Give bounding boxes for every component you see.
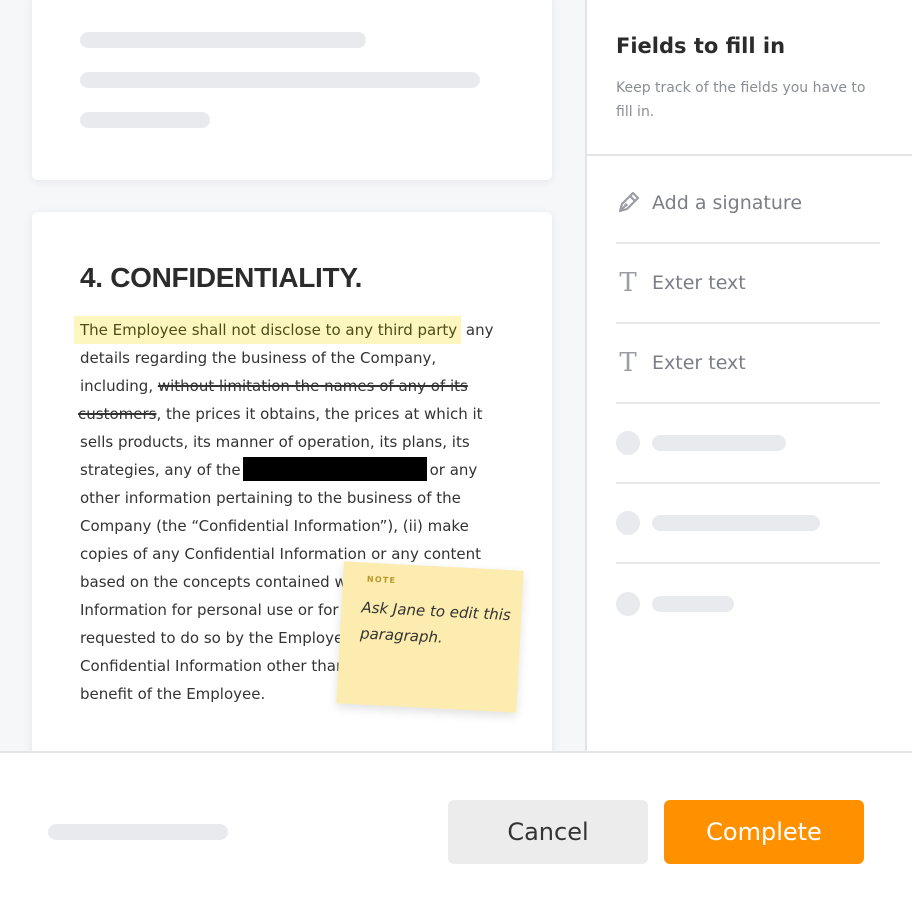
placeholder-line <box>80 32 366 48</box>
redaction-box[interactable] <box>242 457 427 481</box>
sticky-note[interactable]: NOTE Ask Jane to edit this paragraph. <box>336 561 524 713</box>
divider <box>587 154 912 156</box>
field-label: Add a signature <box>652 192 803 214</box>
paragraph-text: any <box>461 321 494 339</box>
field-label: Exter text <box>652 272 746 294</box>
document-page-top <box>32 0 552 180</box>
paragraph-text: including, <box>80 377 158 395</box>
paragraph-text: , the prices it obtains, the prices at w… <box>156 405 483 423</box>
field-text-2[interactable]: T Exter text <box>616 324 880 404</box>
note-text: Ask Jane to edit this paragraph. <box>359 598 512 647</box>
field-placeholder[interactable] <box>616 484 880 564</box>
field-placeholder[interactable] <box>616 564 880 644</box>
field-text-1[interactable]: T Exter text <box>616 244 880 324</box>
strikethrough-text[interactable]: customers <box>78 405 156 423</box>
paragraph-text: or any <box>429 461 478 479</box>
field-placeholder[interactable] <box>616 404 880 484</box>
paragraph-line: other information pertaining to the busi… <box>80 489 461 507</box>
field-label: Exter text <box>652 352 746 374</box>
note-label: NOTE <box>366 574 397 586</box>
placeholder-dot <box>616 592 640 616</box>
placeholder-line <box>652 435 786 451</box>
placeholder-line <box>80 112 210 128</box>
highlighted-text[interactable]: The Employee shall not disclose to any t… <box>74 316 462 344</box>
placeholder-dot <box>616 431 640 455</box>
placeholder-dot <box>616 511 640 535</box>
placeholder-line <box>652 596 734 612</box>
cancel-button[interactable]: Cancel <box>448 800 648 864</box>
pen-icon <box>616 191 640 215</box>
footer-bar: Cancel Complete <box>0 753 912 912</box>
placeholder-line <box>652 515 820 531</box>
paragraph-line: copies of any Confidential Information o… <box>80 545 482 563</box>
paragraph-line: sells products, its manner of operation,… <box>80 433 470 451</box>
placeholder-line <box>80 72 480 88</box>
paragraph-text: strategies, any of the <box>80 461 241 479</box>
field-add-signature[interactable]: Add a signature <box>616 164 880 244</box>
text-icon: T <box>619 268 637 298</box>
panel-description: Keep track of the fields you have to fil… <box>616 80 866 120</box>
paragraph-line: Company (the “Confidential Information”)… <box>80 517 469 535</box>
placeholder-line <box>48 824 228 840</box>
paragraph-line: details regarding the business of the Co… <box>80 349 437 367</box>
fields-panel: Fields to fill in Keep track of the fiel… <box>587 0 912 752</box>
panel-title: Fields to fill in <box>616 34 786 58</box>
strikethrough-text[interactable]: without limitation the names of any of i… <box>158 377 468 395</box>
text-icon: T <box>619 348 637 378</box>
complete-button[interactable]: Complete <box>664 800 864 864</box>
section-title: 4. CONFIDENTIALITY. <box>80 262 363 293</box>
